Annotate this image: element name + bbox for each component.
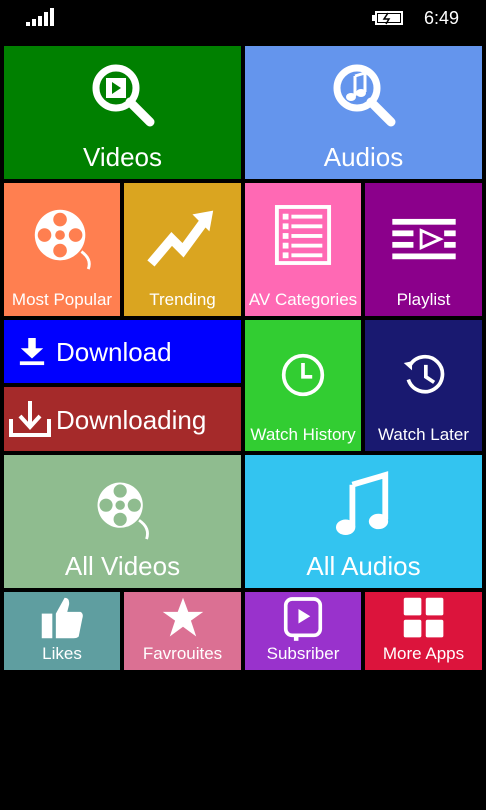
thumbs-up-icon (41, 597, 83, 639)
star-icon (162, 597, 203, 637)
likes-label: Likes (42, 644, 82, 663)
trending-label: Trending (149, 290, 216, 309)
clock-icon (281, 353, 325, 397)
most-popular-label: Most Popular (11, 290, 113, 309)
more-apps-tile[interactable]: More Apps (365, 592, 482, 670)
apps-grid-icon (403, 597, 443, 638)
subscriber-tile[interactable]: Subsriber (245, 592, 361, 670)
playlist-tile[interactable]: Playlist (365, 183, 482, 316)
history-clock-icon (403, 354, 444, 394)
all-audios-tile[interactable]: All Audios (245, 455, 482, 588)
film-reel-icon (34, 209, 91, 270)
subscribe-icon (283, 597, 323, 641)
playlist-icon (391, 218, 456, 260)
status-bar: 6:49 (0, 0, 486, 40)
all-videos-label: All Videos (64, 551, 181, 581)
subscriber-label: Subsriber (266, 644, 340, 663)
film-reel-icon (97, 482, 149, 540)
all-videos-tile[interactable]: All Videos (4, 455, 241, 588)
download-label: Download (56, 337, 172, 367)
favourites-tile[interactable]: Favrouites (124, 592, 241, 670)
videos-label: Videos (82, 142, 163, 172)
watch-history-tile[interactable]: Watch History (245, 320, 361, 451)
signal-bars-icon (26, 8, 56, 26)
watch-later-tile[interactable]: Watch Later (365, 320, 482, 451)
trending-arrow-icon (146, 210, 213, 267)
music-search-icon (333, 64, 395, 127)
battery-charging-icon (372, 11, 403, 25)
video-search-icon (92, 64, 154, 127)
download-tile[interactable]: Download (4, 320, 241, 383)
list-icon (274, 205, 332, 265)
music-note-icon (335, 471, 388, 535)
more-apps-label: More Apps (382, 644, 465, 663)
audios-label: Audios (323, 142, 404, 172)
likes-tile[interactable]: Likes (4, 592, 120, 670)
downloading-label: Downloading (56, 405, 207, 435)
watch-later-label: Watch Later (377, 425, 470, 444)
download-icon (19, 338, 45, 366)
av-categories-tile[interactable]: AV Categories (245, 183, 361, 316)
all-audios-label: All Audios (306, 551, 421, 581)
downloading-tile[interactable]: Downloading (4, 387, 241, 451)
playlist-label: Playlist (396, 290, 451, 309)
av-categories-label: AV Categories (248, 290, 358, 309)
downloading-icon (9, 401, 51, 437)
status-time: 6:49 (424, 8, 460, 28)
watch-history-label: Watch History (250, 425, 356, 444)
videos-tile[interactable]: Videos (4, 46, 241, 179)
favourites-label: Favrouites (142, 644, 223, 663)
trending-tile[interactable]: Trending (124, 183, 241, 316)
audios-tile[interactable]: Audios (245, 46, 482, 179)
most-popular-tile[interactable]: Most Popular (4, 183, 120, 316)
